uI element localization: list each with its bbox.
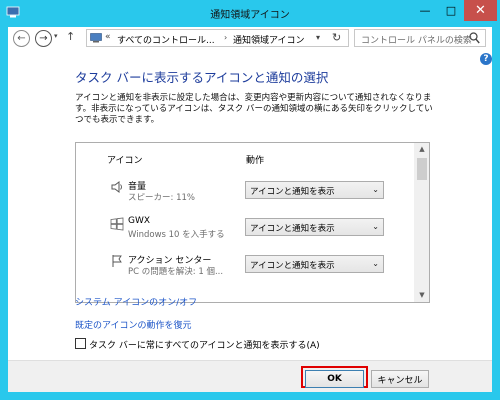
system-icons-link[interactable]: システム アイコンのオン/オフ [75,295,197,308]
ok-button[interactable]: OK [305,370,364,388]
cancel-button[interactable]: キャンセル [371,370,429,388]
speaker-icon [111,181,122,193]
back-button[interactable]: ← [13,30,30,47]
control-panel-icon [90,33,102,43]
page-description: アイコンと通知を非表示に設定した場合は、変更内容や更新内容について通知されなくな… [75,93,433,125]
breadcrumb-notification-icons[interactable]: 通知領域アイコン [233,33,305,46]
breadcrumb-all-control-panel[interactable]: すべてのコントロール... [117,33,215,46]
table-row: アクション センター PC の問題を解決: 1 個... アイコンと通知を表示 … [76,251,412,287]
search-input[interactable]: コントロール パネルの検索 [354,29,486,47]
title-bar[interactable]: 通知領域アイコン — □ ✕ [0,0,500,27]
column-header-icon: アイコン [107,156,143,166]
action-select-volume[interactable]: アイコンと通知を表示 ⌄ [245,181,384,199]
address-bar[interactable]: « すべてのコントロール... › 通知領域アイコン ▾ ↻ [86,29,349,47]
window-frame: 通知領域アイコン — □ ✕ ← → ▾ ↑ « すべてのコントロール... ›… [0,0,500,400]
recent-locations-button[interactable]: ▾ [54,32,58,40]
address-dropdown-icon[interactable]: ▾ [316,33,320,42]
close-button[interactable]: ✕ [464,0,497,21]
help-icon[interactable]: ? [480,53,492,65]
action-select-action-center[interactable]: アイコンと通知を表示 ⌄ [245,255,384,273]
chevron-down-icon: ⌄ [372,259,379,268]
selected-value: アイコンと通知を表示 [250,187,335,197]
row-subtext: Windows 10 を入手する [128,230,225,240]
selected-value: アイコンと通知を表示 [250,261,335,271]
refresh-icon[interactable]: ↻ [332,31,341,44]
windows-logo-icon [110,217,124,231]
row-subtext: スピーカー: 11% [128,193,195,203]
search-placeholder: コントロール パネルの検索 [361,36,472,46]
checkbox-label[interactable]: タスク バーに常にすべてのアイコンと通知を表示する(A) [89,338,320,351]
page-title: タスク バーに表示するアイコンと通知の選択 [75,70,329,85]
flag-icon [112,255,122,267]
search-icon[interactable] [469,32,480,44]
scroll-down-icon[interactable]: ▼ [414,289,429,302]
column-header-action: 動作 [246,156,265,166]
breadcrumb-separator-icon[interactable]: › [224,33,227,42]
chevron-down-icon: ⌄ [372,222,379,231]
address-overflow-chevron[interactable]: « [105,32,111,42]
row-subtext: PC の問題を解決: 1 個... [128,267,224,277]
scroll-up-icon[interactable]: ▲ [414,143,429,156]
selected-value: アイコンと通知を表示 [250,224,335,234]
minimize-button[interactable]: — [412,0,438,21]
maximize-button[interactable]: □ [438,0,464,21]
row-name: GWX [128,216,151,226]
restore-default-link[interactable]: 既定のアイコンの動作を復元 [75,318,192,331]
list-scrollbar[interactable]: ▲ ▼ [414,143,429,302]
chevron-down-icon: ⌄ [372,185,379,194]
forward-button[interactable]: → [35,30,52,47]
action-select-gwx[interactable]: アイコンと通知を表示 ⌄ [245,218,384,236]
icon-list-panel: アイコン 動作 音量 スピーカー: 11% アイコンと通知を表示 ⌄ GWX W… [75,142,430,303]
navigation-bar: ← → ▾ ↑ « すべてのコントロール... › 通知領域アイコン ▾ ↻ コ… [8,27,492,49]
always-show-checkbox[interactable] [75,338,86,349]
dialog-footer: OK キャンセル [8,360,492,392]
up-button[interactable]: ↑ [66,30,75,43]
table-row: GWX Windows 10 を入手する アイコンと通知を表示 ⌄ [76,214,412,250]
scrollbar-thumb[interactable] [417,158,427,180]
table-row: 音量 スピーカー: 11% アイコンと通知を表示 ⌄ [76,177,412,213]
content-area: ← → ▾ ↑ « すべてのコントロール... › 通知領域アイコン ▾ ↻ コ… [8,27,492,392]
